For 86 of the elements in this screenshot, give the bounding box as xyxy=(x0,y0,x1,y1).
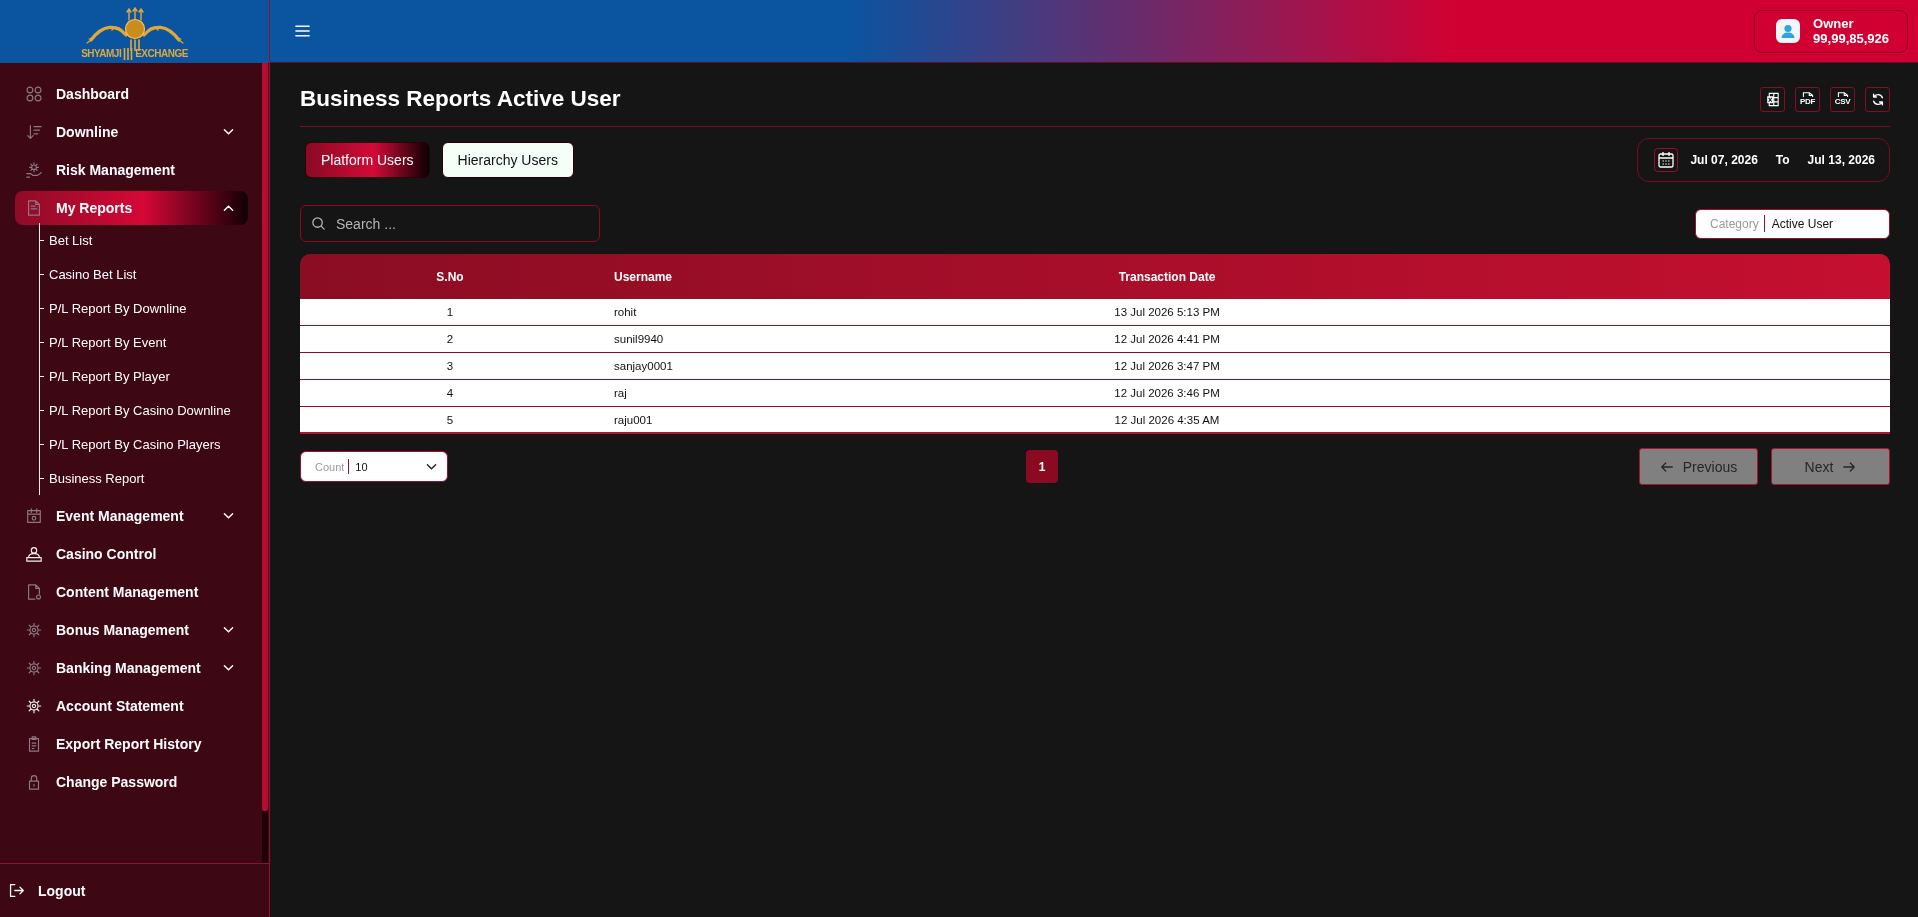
logout-button[interactable]: Logout xyxy=(8,882,86,899)
gear-icon xyxy=(25,659,43,677)
column-header: Transaction Date xyxy=(1117,269,1217,284)
table-cell-text: raju001 xyxy=(613,413,654,426)
submenu-item[interactable]: P/L Report By Downline xyxy=(40,291,248,325)
submenu-item[interactable]: P/L Report By Player xyxy=(40,359,248,393)
start-date: Jul 07, 2026 xyxy=(1690,153,1758,167)
select-value: 10 xyxy=(355,460,369,473)
category-select[interactable]: Category Active User xyxy=(1695,208,1890,239)
gear-icon xyxy=(25,697,43,715)
submenu-item[interactable]: Casino Bet List xyxy=(40,257,248,291)
table-cell-text: 12 Jul 2026 3:47 PM xyxy=(1113,360,1221,372)
gear-icon xyxy=(25,621,43,639)
arrow-right-icon xyxy=(1842,459,1857,474)
logo-text: EXCHANGE xyxy=(135,48,188,60)
submenu-item[interactable]: P/L Report By Casino Downline xyxy=(40,393,248,427)
submenu-item[interactable]: P/L Report By Casino Players xyxy=(40,427,248,461)
table-cell-text: 12 Jul 2026 3:46 PM xyxy=(1113,387,1221,399)
sidebar-item[interactable]: Event Management xyxy=(15,499,248,533)
document-icon xyxy=(25,583,43,601)
table-cell-text: 12 Jul 2026 4:41 PM xyxy=(1113,333,1221,345)
tab[interactable]: Platform Users xyxy=(305,142,430,178)
document-icon xyxy=(25,199,43,217)
sort-descending-icon xyxy=(25,123,43,141)
column-header: Username xyxy=(613,269,674,284)
sidebar-item[interactable]: Risk Management xyxy=(15,153,248,187)
spreadsheet-button[interactable] xyxy=(1760,86,1785,112)
search-icon xyxy=(311,216,326,231)
table-cell-text: 12 Jul 2026 4:35 AM xyxy=(1113,413,1221,426)
date-range-field[interactable]: Jul 07, 2026 To Jul 13, 2026 xyxy=(1637,138,1890,182)
submenu-item[interactable]: Business Report xyxy=(40,461,248,495)
sidebar-item[interactable]: Export Report History xyxy=(15,727,248,761)
user-role: Owner xyxy=(1813,16,1855,31)
table-cell-text: 13 Jul 2026 5:13 PM xyxy=(1113,306,1221,318)
user-menu-button[interactable]: Owner 99,99,85,926 xyxy=(1754,9,1908,53)
calendar-icon xyxy=(1654,148,1679,172)
chevron-down-icon xyxy=(426,462,437,471)
sidebar-item[interactable]: Change Password xyxy=(15,765,248,799)
user-avatar-icon xyxy=(1776,19,1801,43)
submenu-item[interactable]: Bet List xyxy=(40,223,248,257)
refresh-icon xyxy=(1870,91,1885,107)
table-cell-text: sanjay0001 xyxy=(613,360,674,372)
gear-hand-icon xyxy=(25,161,43,179)
sidebar-item[interactable]: Banking Management xyxy=(15,651,248,685)
table-cell-text: sunil9940 xyxy=(613,333,665,345)
sidebar-item[interactable]: Bonus Management xyxy=(15,613,248,647)
end-date: Jul 13, 2026 xyxy=(1807,153,1875,167)
menu-icon[interactable] xyxy=(295,25,310,37)
page-title: Business Reports Active User xyxy=(300,86,621,112)
pdf-button[interactable]: PDF xyxy=(1795,86,1820,112)
circles-grid-icon xyxy=(25,85,43,103)
count-select[interactable]: Count 10 xyxy=(300,451,448,482)
submenu-item[interactable]: P/L Report By Event xyxy=(40,325,248,359)
column-header: S.No xyxy=(435,269,465,284)
pillar-icon xyxy=(123,48,134,60)
table-cell-text: 1 xyxy=(445,306,455,318)
refresh-button[interactable] xyxy=(1865,86,1890,112)
range-separator: To xyxy=(1775,153,1790,167)
sidebar-item[interactable]: Dashboard xyxy=(15,77,248,111)
tab[interactable]: Hierarchy Users xyxy=(441,142,574,178)
sidebar-item[interactable]: Casino Control xyxy=(15,537,248,571)
page-button[interactable]: 1 xyxy=(1026,450,1058,483)
file-icon xyxy=(1836,92,1849,97)
arrow-left-icon xyxy=(1659,459,1674,474)
logout-icon xyxy=(8,882,25,899)
sidebar-item[interactable]: Account Statement xyxy=(15,689,248,723)
file-icon xyxy=(1801,92,1814,97)
table-cell-text: 2 xyxy=(445,333,455,345)
csv-button[interactable]: CSV xyxy=(1830,86,1855,112)
search-field[interactable]: Search ... xyxy=(300,205,600,242)
table-cell-text: 4 xyxy=(445,387,455,399)
spreadsheet-icon xyxy=(1765,91,1780,107)
sidebar-item[interactable]: My Reports xyxy=(15,191,248,225)
person-table-icon xyxy=(25,545,43,563)
select-value: Active User xyxy=(1771,216,1834,231)
table-cell-text: raj xyxy=(613,387,628,399)
calendar-icon xyxy=(25,507,43,525)
field-label: Count xyxy=(315,460,345,473)
sidebar-item[interactable]: Downline xyxy=(15,115,248,149)
sidebar-item[interactable]: Content Management xyxy=(15,575,248,609)
field-label: Category xyxy=(1710,216,1759,231)
user-balance: 99,99,85,926 xyxy=(1813,31,1889,46)
logo-text: SHYAMJI xyxy=(81,48,122,60)
table-cell-text: 3 xyxy=(445,360,455,372)
table-cell-text: 5 xyxy=(445,413,455,426)
table-cell-text: rohit xyxy=(613,306,638,318)
